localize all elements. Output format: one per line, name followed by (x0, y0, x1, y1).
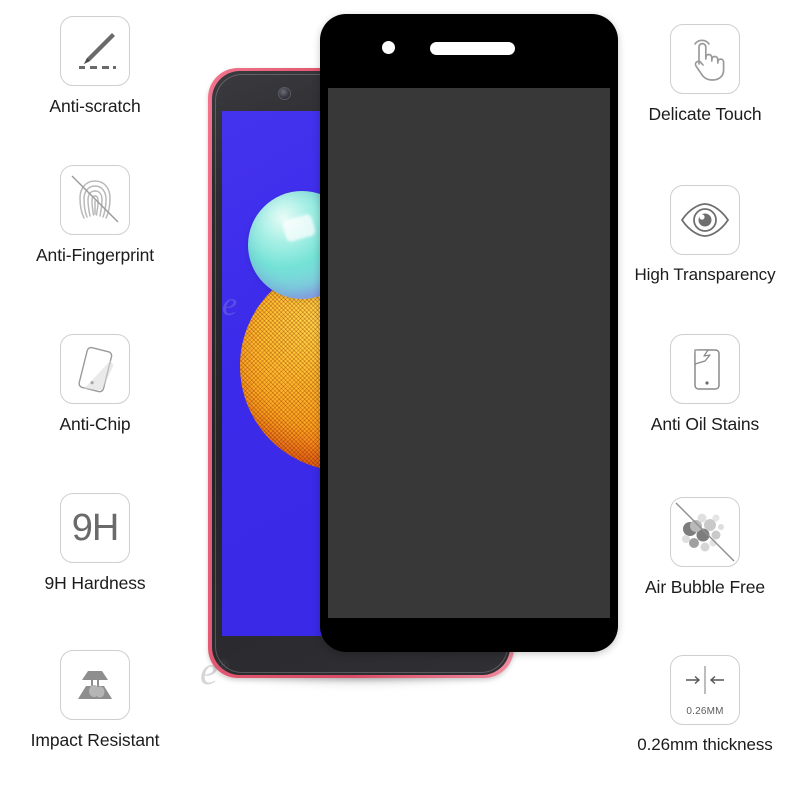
fingerprint-crossed-icon (60, 165, 130, 235)
tilted-glass-icon (60, 334, 130, 404)
feature-column-left: Anti-scratch Anti-Fingerprint Anti-Chip … (0, 0, 190, 800)
eye-icon (670, 185, 740, 255)
feature-anti-scratch: Anti-scratch (0, 16, 190, 116)
watermark: e® (200, 648, 230, 693)
9h-badge-text: 9H (71, 506, 120, 549)
feature-label: High Transparency (634, 265, 776, 284)
glass-transparent-area (328, 88, 610, 618)
feature-label: Air Bubble Free (644, 577, 766, 597)
feature-anti-oil-stains: Anti Oil Stains (610, 334, 800, 434)
tap-hand-icon (670, 24, 740, 94)
tempered-glass-overlay[interactable] (320, 14, 618, 652)
feature-label: Delicate Touch (648, 104, 762, 124)
feature-label: Anti-Chip (59, 414, 131, 434)
knife-scratch-icon (60, 16, 130, 86)
9h-badge-icon: 9H (60, 493, 130, 563)
thickness-icon-text: 0.26MM (686, 706, 724, 717)
feature-label: Anti-Fingerprint (35, 245, 155, 265)
bubbles-crossed-icon (670, 497, 740, 567)
thickness-arrows-icon: 0.26MM (670, 655, 740, 725)
feature-label: Anti Oil Stains (650, 414, 760, 434)
feature-impact-resistant: Impact Resistant (0, 650, 190, 750)
product-infographic: Anti-scratch Anti-Fingerprint Anti-Chip … (0, 0, 800, 800)
front-camera-icon (278, 87, 291, 100)
feature-9h-hardness: 9H 9H Hardness (0, 493, 190, 593)
phone-smudge-icon (670, 334, 740, 404)
glass-camera-cutout-icon (382, 41, 395, 54)
feature-air-bubble-free: Air Bubble Free (610, 497, 800, 597)
glass-speaker-cutout-icon (430, 42, 515, 55)
feature-high-transparency: High Transparency (610, 185, 800, 285)
feature-label: Impact Resistant (30, 730, 160, 750)
feature-label: Anti-scratch (49, 96, 141, 116)
feature-label: 9H Hardness (44, 573, 146, 593)
feature-anti-chip: Anti-Chip (0, 334, 190, 434)
feature-label: 0.26mm thickness (637, 735, 773, 754)
feature-column-right: Delicate Touch High Transparency Anti Oi… (610, 0, 800, 800)
feature-delicate-touch: Delicate Touch (610, 24, 800, 124)
feature-anti-fingerprint: Anti-Fingerprint (0, 165, 190, 265)
feature-thickness: 0.26MM 0.26mm thickness (610, 655, 800, 755)
impact-layers-icon (60, 650, 130, 720)
